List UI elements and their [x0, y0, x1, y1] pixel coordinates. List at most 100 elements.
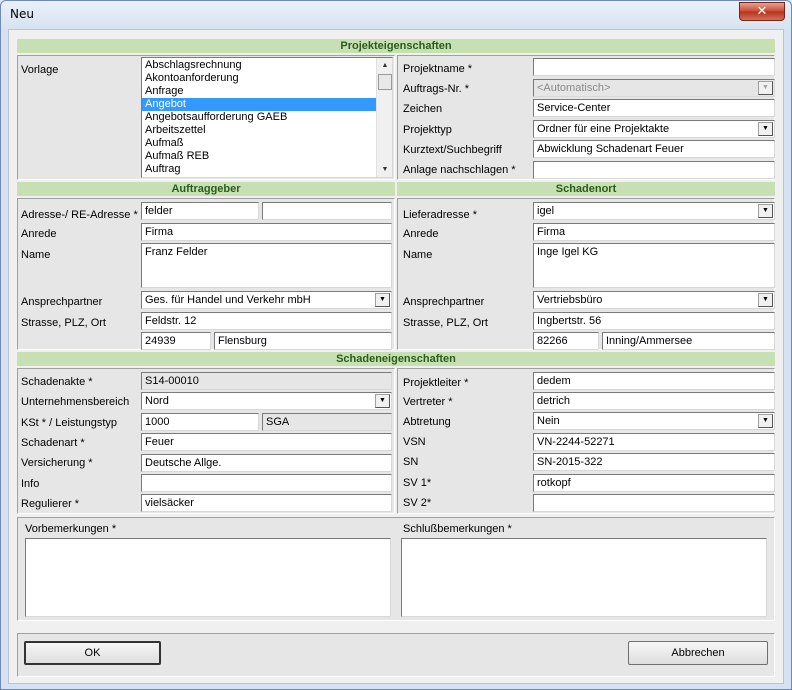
reg-input[interactable]: vielsäcker [141, 494, 392, 512]
liefer-label: Lieferadresse * [403, 209, 477, 221]
akte-label: Schadenakte * [21, 376, 93, 388]
section-header-schaden: Schadeneigenschaften [17, 352, 775, 366]
ansprech-label: Ansprechpartner [21, 296, 103, 308]
anrede-input-2[interactable]: Firma [533, 223, 775, 241]
vorlage-list-item[interactable]: Aufmaß [142, 137, 392, 150]
vorlage-list-item[interactable]: Angebot [142, 98, 392, 111]
info-input[interactable] [141, 474, 392, 492]
vertreter-input[interactable]: detrich [533, 392, 775, 410]
vorlage-list-item[interactable]: Akontoanforderung [142, 72, 392, 85]
chevron-down-icon[interactable]: ▼ [375, 293, 390, 307]
kst-input[interactable]: 1000 [141, 413, 259, 431]
bereich-combo[interactable]: Nord ▼ [141, 392, 392, 410]
vsn-input[interactable]: VN-2244-52271 [533, 433, 775, 451]
scroll-thumb[interactable] [378, 74, 392, 90]
schlussbemerkungen-label: Schlußbemerkungen * [403, 523, 512, 535]
zeichen-label: Zeichen [403, 103, 443, 115]
chevron-down-icon: ▼ [758, 81, 773, 95]
ansprech-label-2: Ansprechpartner [403, 296, 485, 308]
anrede-label-2: Anrede [403, 228, 439, 240]
ansprech-value-2: Vertriebsbüro [537, 294, 603, 306]
ansprech-combo[interactable]: Ges. für Handel und Verkehr mbH ▼ [141, 291, 392, 309]
name-label-2: Name [403, 249, 433, 261]
vorbemerkungen-textarea[interactable] [25, 538, 391, 617]
adresse-input-2[interactable] [262, 202, 392, 220]
sn-label: SN [403, 456, 419, 468]
sv2-input[interactable] [533, 494, 775, 512]
section-header-projekt: Projekteigenschaften [17, 39, 775, 53]
scroll-up-icon[interactable]: ▲ [377, 58, 392, 73]
zeichen-input[interactable]: Service-Center [533, 99, 775, 117]
auftragsnr-value: <Automatisch> [537, 82, 611, 94]
name-input[interactable]: Franz Felder [141, 243, 392, 288]
kurztext-label: Kurztext/Suchbegriff [403, 144, 502, 156]
projekttyp-label: Projekttyp [403, 124, 452, 136]
chevron-down-icon[interactable]: ▼ [758, 414, 773, 428]
ok-button[interactable]: OK [24, 641, 161, 665]
bereich-label: Unternehmensbereich [21, 396, 130, 408]
auftragsnr-combo: <Automatisch> ▼ [533, 79, 775, 97]
dialog-client: Projekteigenschaften Vorlage Abschlagsre… [8, 29, 784, 684]
name-label: Name [21, 249, 51, 261]
info-label: Info [21, 478, 40, 490]
ansprech-value: Ges. für Handel und Verkehr mbH [145, 294, 311, 306]
sv1-label: SV 1* [403, 477, 432, 489]
abbrechen-button[interactable]: Abbrechen [628, 641, 768, 665]
projektname-input[interactable] [533, 58, 775, 76]
section-header-auftraggeber: Auftraggeber [17, 182, 395, 196]
bereich-value: Nord [145, 395, 169, 407]
vsn-label: VSN [403, 436, 426, 448]
pl-label: Projektleiter * [403, 377, 469, 389]
strasse-label: Strasse, PLZ, Ort [21, 317, 106, 329]
strasse-input[interactable]: Feldstr. 12 [141, 312, 392, 330]
sn-input[interactable]: SN-2015-322 [533, 453, 775, 471]
vorlage-list-item[interactable]: Angebotsaufforderung GAEB [142, 111, 392, 124]
name-input-2[interactable]: Inge Igel KG [533, 243, 775, 288]
sv1-input[interactable]: rotkopf [533, 474, 775, 492]
chevron-down-icon[interactable]: ▼ [375, 394, 390, 408]
liefer-combo[interactable]: igel ▼ [533, 202, 775, 220]
kurztext-input[interactable]: Abwicklung Schadenart Feuer [533, 140, 775, 158]
window-title: Neu [10, 7, 34, 21]
vorlage-label: Vorlage [21, 64, 59, 76]
leistungstyp-field: SGA [262, 413, 392, 431]
plz-input[interactable]: 24939 [141, 332, 211, 350]
vorlage-list-item[interactable]: Aufmaß REB [142, 150, 392, 163]
auftragsnr-label: Auftrags-Nr. * [403, 83, 470, 95]
abtretung-value: Nein [537, 415, 560, 427]
ansprech-combo-2[interactable]: Vertriebsbüro ▼ [533, 291, 775, 309]
strasse-input-2[interactable]: Ingbertstr. 56 [533, 312, 775, 330]
abtretung-label: Abtretung [403, 416, 451, 428]
scroll-down-icon[interactable]: ▼ [377, 162, 392, 177]
schlussbemerkungen-textarea[interactable] [401, 538, 767, 617]
abtretung-combo[interactable]: Nein ▼ [533, 412, 775, 430]
close-button[interactable]: ✕ [739, 2, 785, 21]
ort-input[interactable]: Flensburg [214, 332, 392, 350]
anrede-input[interactable]: Firma [141, 223, 392, 241]
art-label: Schadenart * [21, 437, 85, 449]
vorlage-list: Abschlagsrechnung Akontoanforderung Anfrag… [142, 58, 392, 176]
vorlage-list-item[interactable]: Abschlagsrechnung [142, 59, 392, 72]
chevron-down-icon[interactable]: ▼ [758, 122, 773, 136]
projekttyp-combo[interactable]: Ordner für eine Projektakte ▼ [533, 120, 775, 138]
vers-input[interactable]: Deutsche Allge. [141, 454, 392, 472]
liefer-value: igel [537, 205, 555, 217]
anlage-input[interactable] [533, 161, 775, 179]
chevron-down-icon[interactable]: ▼ [758, 204, 773, 218]
adresse-input[interactable]: felder [141, 202, 259, 220]
vorlage-list-item[interactable]: Auftrag [142, 163, 392, 176]
chevron-down-icon[interactable]: ▼ [758, 293, 773, 307]
kst-label: KSt * / Leistungstyp [21, 417, 117, 429]
ort-input-2[interactable]: Inning/Ammersee [602, 332, 775, 350]
vorlage-list-item[interactable]: Arbeitszettel [142, 124, 392, 137]
vorlage-listbox[interactable]: Abschlagsrechnung Akontoanforderung Anfrag… [141, 57, 393, 178]
plz-input-2[interactable]: 82266 [533, 332, 599, 350]
sv2-label: SV 2* [403, 497, 432, 509]
vorlage-list-item[interactable]: Anfrage [142, 85, 392, 98]
projekttyp-value: Ordner für eine Projektakte [537, 123, 670, 135]
vorlage-scrollbar[interactable]: ▲ ▼ [376, 58, 392, 177]
section-header-schadenort: Schadenort [397, 182, 775, 196]
art-input[interactable]: Feuer [141, 433, 392, 451]
reg-label: Regulierer * [21, 498, 80, 510]
pl-input[interactable]: dedem [533, 372, 775, 390]
